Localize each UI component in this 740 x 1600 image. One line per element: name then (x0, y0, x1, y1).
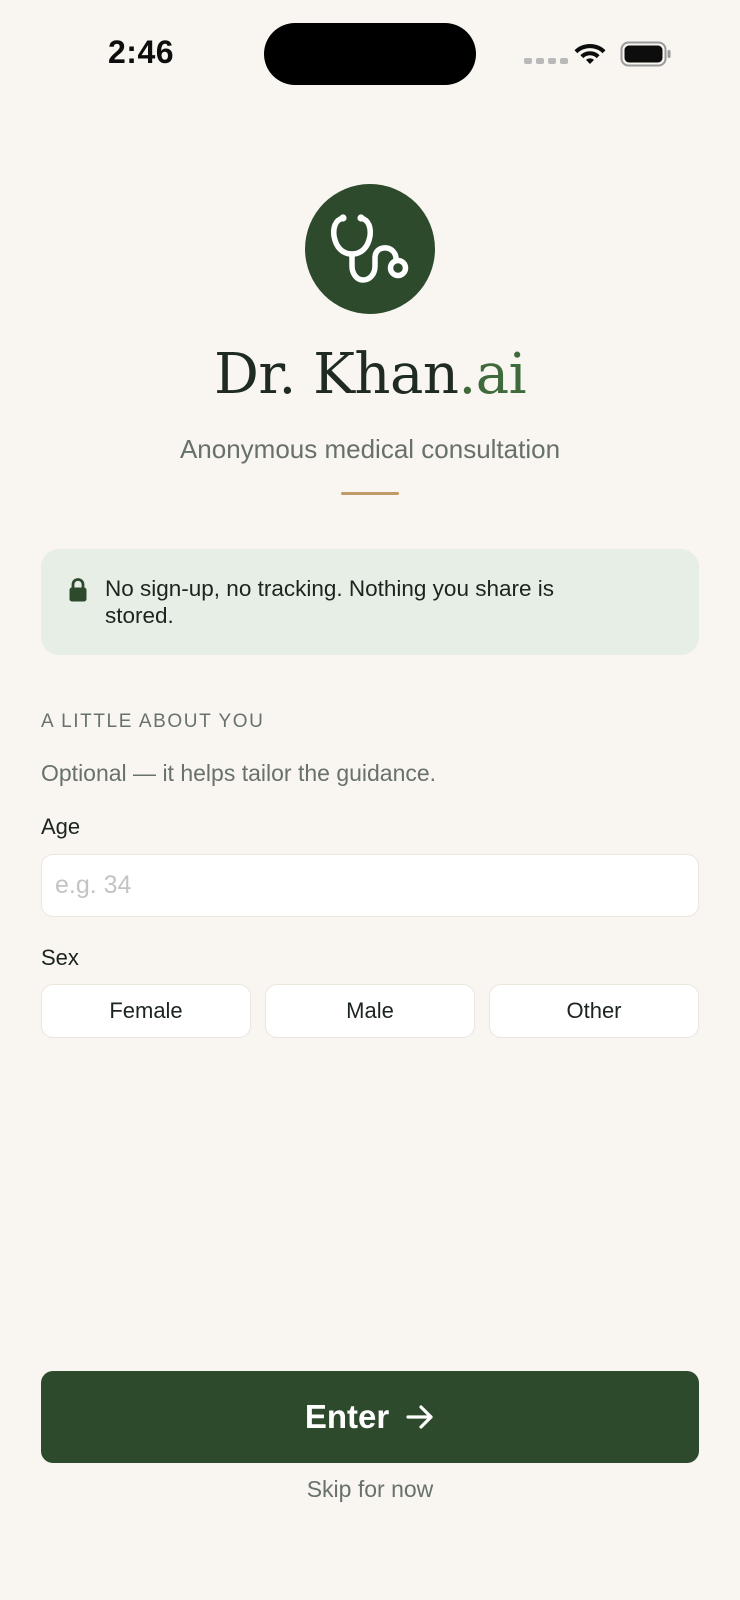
skip-link[interactable]: Skip for now (0, 1476, 740, 1503)
enter-button[interactable]: Enter (41, 1371, 699, 1463)
brand-suffix: .ai (458, 342, 527, 407)
cellular-signal-icon (524, 58, 568, 64)
privacy-text: No sign-up, no tracking. Nothing you sha… (105, 576, 554, 628)
enter-button-label: Enter (304, 1398, 390, 1435)
accent-divider (341, 492, 399, 495)
stethoscope-logo (305, 184, 435, 314)
brand-title: Dr. Khan.ai (0, 342, 740, 407)
sex-option-male[interactable]: Male (265, 984, 475, 1038)
arrow-right-icon (406, 1405, 433, 1429)
lock-icon (69, 578, 87, 602)
sex-options: Female Male Other (41, 984, 699, 1038)
wifi-icon (574, 44, 606, 64)
sex-option-female[interactable]: Female (41, 984, 251, 1038)
age-input[interactable] (41, 854, 699, 917)
section-heading: A LITTLE ABOUT YOU (41, 711, 265, 732)
sex-option-other[interactable]: Other (489, 984, 699, 1038)
stethoscope-icon (331, 214, 409, 283)
battery-icon (620, 41, 671, 67)
section-description: Optional — it helps tailor the guidance. (41, 760, 437, 786)
sex-label: Sex (41, 945, 79, 970)
age-label: Age (41, 814, 81, 839)
brand-subtitle: Anonymous medical consultation (179, 434, 561, 464)
status-time: 2:46 (108, 34, 175, 70)
status-bar: 2:46 (0, 0, 740, 110)
brand-name: Dr. Khan (213, 342, 459, 407)
privacy-banner: No sign-up, no tracking. Nothing you sha… (41, 549, 699, 655)
dynamic-island (264, 23, 476, 85)
